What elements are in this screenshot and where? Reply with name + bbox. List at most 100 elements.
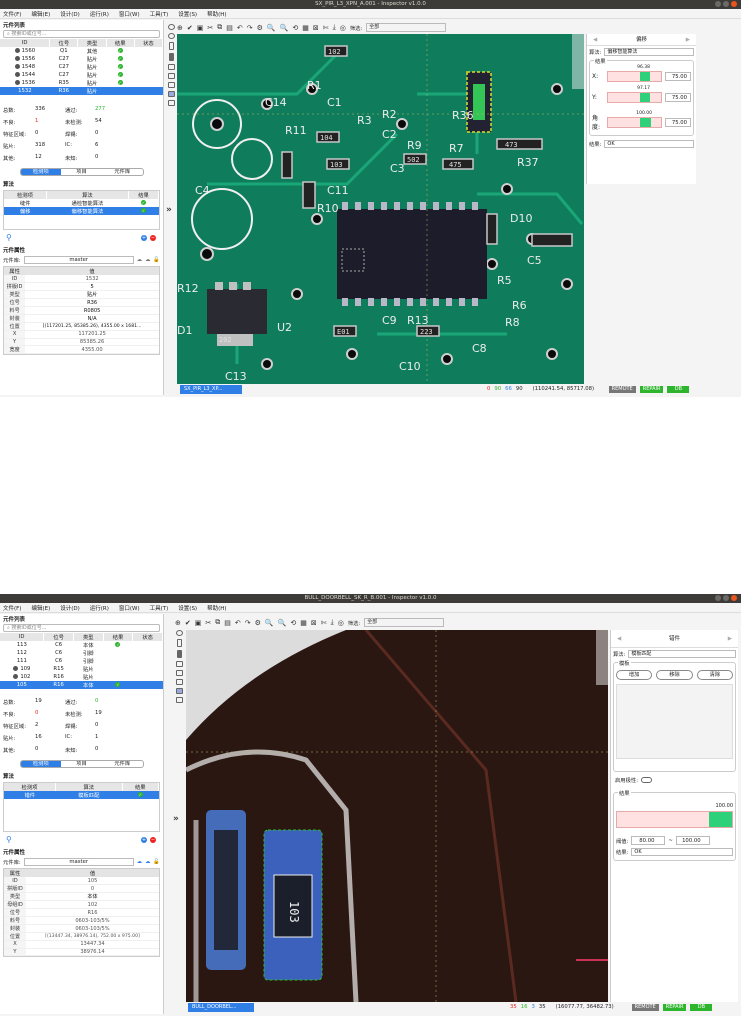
settings-icon[interactable]: ⚙	[257, 24, 263, 32]
db-button[interactable]: DB	[690, 1003, 713, 1011]
col-status[interactable]: 状态	[132, 633, 163, 641]
table-row[interactable]: 1536 R35 贴片 ✓	[0, 79, 163, 87]
spiral-icon[interactable]: ◎	[338, 619, 344, 627]
col-type[interactable]: 类型	[73, 633, 104, 641]
db-button[interactable]: DB	[667, 385, 690, 393]
tool-crosshair-icon[interactable]	[168, 24, 175, 30]
maximize-button[interactable]	[723, 595, 729, 601]
x-slider[interactable]	[607, 71, 662, 82]
col-id[interactable]: ID	[0, 633, 45, 641]
x-threshold[interactable]: 75.00	[665, 72, 691, 81]
menu-run[interactable]: 运行(R)	[90, 10, 109, 18]
col-status[interactable]: 状态	[134, 39, 164, 47]
add-algo-icon[interactable]: +	[141, 837, 147, 843]
table-row[interactable]: 1556 C27 贴片 ✓	[0, 55, 163, 63]
tool-bar-icon[interactable]	[177, 650, 182, 658]
remove-algo-icon[interactable]: −	[150, 235, 156, 241]
col-type[interactable]: 类型	[77, 39, 107, 47]
remove-template-button[interactable]: 移除	[656, 670, 693, 680]
scissors-icon[interactable]: ✄	[321, 619, 327, 627]
table-row-selected[interactable]: 1532 R36 贴片	[0, 87, 163, 95]
magic-wand-icon[interactable]: ⚲	[6, 835, 12, 844]
expand-icon[interactable]	[14, 72, 20, 77]
expand-arrow-icon[interactable]: »	[173, 814, 179, 824]
close-button[interactable]	[731, 595, 737, 601]
tab-library[interactable]: 元件库	[102, 169, 143, 175]
prev-icon[interactable]: ◀	[617, 630, 621, 648]
minimize-button[interactable]	[715, 1, 721, 7]
zoom-fit-icon[interactable]: ⟲	[292, 24, 298, 32]
paste-icon[interactable]: ▤	[226, 24, 233, 32]
cut-icon[interactable]: ✂	[207, 24, 213, 32]
table-row[interactable]: 113 C6 本体 ✓	[0, 641, 163, 649]
menu-settings[interactable]: 设置(S)	[178, 604, 197, 612]
cloud-download-icon[interactable]: ☁	[137, 859, 142, 865]
collapse-icon[interactable]	[13, 674, 19, 679]
tool-crosshair-icon[interactable]	[176, 630, 183, 636]
remote-button[interactable]: REMOTE	[608, 385, 636, 393]
tool-roi-icon[interactable]	[176, 670, 183, 676]
repair-button[interactable]: REPAIR	[639, 385, 664, 393]
next-icon[interactable]: ▶	[728, 630, 732, 648]
filter-select[interactable]: 全部	[366, 23, 447, 32]
pcb-image-view[interactable]: 103	[186, 630, 608, 1002]
table-row[interactable]: 1548 C27 贴片 ✓	[0, 63, 163, 71]
table-row[interactable]: 102 R16 贴片	[0, 673, 163, 681]
cut-icon[interactable]: ✂	[205, 619, 211, 627]
menu-edit[interactable]: 编辑(E)	[31, 604, 50, 612]
table-row[interactable]: 112 C6 引脚	[0, 649, 163, 657]
clear-template-button[interactable]: 清除	[696, 670, 733, 680]
repair-button[interactable]: REPAIR	[662, 1003, 687, 1011]
menu-edit[interactable]: 编辑(E)	[31, 10, 50, 18]
search-input[interactable]: ⌕ 搜索ID或位号...	[3, 624, 160, 632]
zoom-out-icon[interactable]: 🔍	[280, 24, 289, 32]
grid-icon[interactable]: ▦	[300, 619, 307, 627]
angle-threshold[interactable]: 75.00	[665, 117, 691, 127]
library-select[interactable]: master	[23, 858, 134, 866]
check-icon[interactable]: ✔	[185, 619, 191, 627]
cloud-upload-icon[interactable]: ☁	[145, 859, 150, 865]
copy-icon[interactable]: ⧉	[217, 23, 222, 32]
spiral-icon[interactable]: ◎	[340, 24, 346, 32]
tool-rect-icon[interactable]	[168, 64, 175, 70]
menu-file[interactable]: 文件(F)	[3, 10, 21, 18]
threshold-min[interactable]: 80.00	[631, 836, 666, 845]
table-row[interactable]: 1560 Q1 其他 ✓	[0, 47, 163, 55]
target-icon[interactable]: ⊕	[177, 24, 183, 32]
tool-phone-icon[interactable]	[169, 42, 174, 50]
tool-rect-icon[interactable]	[176, 661, 183, 667]
next-icon[interactable]: ▶	[686, 34, 690, 46]
col-result[interactable]: 结果	[103, 633, 134, 641]
copy-icon[interactable]: ⧉	[215, 618, 220, 627]
polarity-toggle[interactable]	[640, 777, 652, 783]
menu-design[interactable]: 设计(D)	[60, 604, 80, 612]
menu-settings[interactable]: 设置(S)	[178, 10, 197, 18]
remove-algo-icon[interactable]: −	[150, 837, 156, 843]
expand-icon[interactable]	[14, 80, 20, 85]
table-row[interactable]: 109 R15 贴片	[0, 665, 163, 673]
tool-bar-icon[interactable]	[169, 53, 174, 61]
add-algo-icon[interactable]: +	[141, 235, 147, 241]
zoom-out-icon[interactable]: 🔍	[278, 619, 287, 627]
tool-split-icon[interactable]	[176, 679, 183, 685]
paste-icon[interactable]: ▤	[224, 619, 231, 627]
menu-file[interactable]: 文件(F)	[3, 604, 21, 612]
tab-inspection[interactable]: 检测项	[20, 169, 62, 175]
tool-split-icon[interactable]	[168, 82, 175, 88]
undo-icon[interactable]: ↶	[235, 619, 241, 627]
save-icon[interactable]: ▣	[197, 24, 204, 32]
menu-help[interactable]: 帮助(H)	[207, 10, 226, 18]
table-row[interactable]: 111 C6 引脚	[0, 657, 163, 665]
menu-tools[interactable]: 工具(T)	[150, 604, 169, 612]
menu-help[interactable]: 帮助(H)	[207, 604, 226, 612]
maximize-button[interactable]	[723, 1, 729, 7]
angle-slider[interactable]	[607, 116, 662, 128]
download-icon[interactable]: ⤓	[333, 23, 336, 32]
col-result[interactable]: 结果	[106, 39, 135, 47]
tool-grid-icon[interactable]	[168, 91, 175, 97]
table-row-selected[interactable]: 105 R16 本体 ✓	[0, 681, 163, 689]
menu-window[interactable]: 窗口(W)	[119, 604, 140, 612]
prev-icon[interactable]: ◀	[593, 34, 597, 46]
pcb-image-view[interactable]: C14 R3 R2 C1 C2 R36 C4 R11 R9 R7 R37 D10…	[177, 34, 584, 384]
layers-icon[interactable]: ⊠	[311, 619, 317, 627]
